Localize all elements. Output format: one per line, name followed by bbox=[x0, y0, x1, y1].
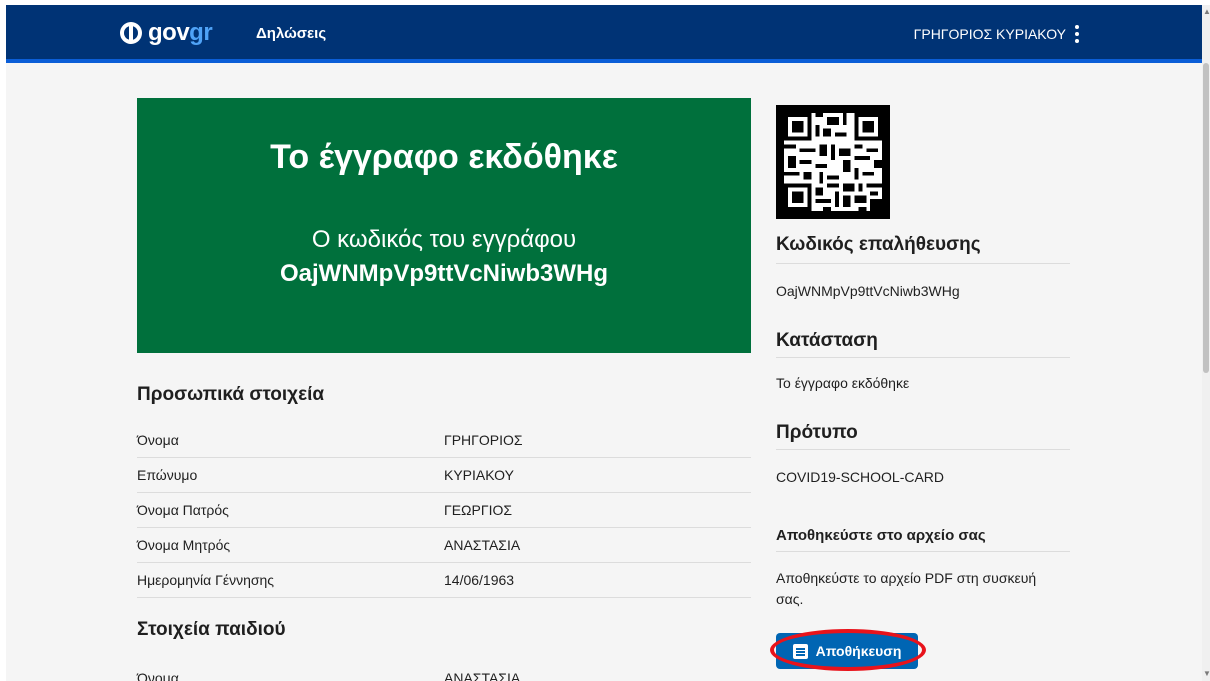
status-value: Το έγγραφο εκδόθηκε bbox=[776, 375, 910, 391]
scroll-thumb[interactable] bbox=[1203, 63, 1209, 373]
template-value: COVID19-SCHOOL-CARD bbox=[776, 469, 945, 485]
nav-declarations-link[interactable]: Δηλώσεις bbox=[256, 25, 326, 42]
user-name[interactable]: ΓΡΗΓΟΡΙΟΣ ΚΥΡΙΑΚΟΥ bbox=[914, 26, 1066, 42]
personal-details-title: Προσωπικά στοιχεία bbox=[137, 384, 325, 405]
row-value: ΑΝΑΣΤΑΣΙΑ bbox=[444, 537, 521, 553]
row-label: Επώνυμο bbox=[137, 467, 198, 483]
table-row: Ημερομηνία Γέννησης 14/06/1963 bbox=[137, 563, 751, 598]
template-title: Πρότυπο bbox=[776, 422, 858, 443]
save-section-text: Αποθηκεύστε το αρχείο PDF στη συσκευή σα… bbox=[776, 570, 1037, 607]
row-label: Όνομα Μητρός bbox=[137, 537, 231, 553]
qr-code-icon bbox=[776, 105, 890, 219]
scroll-up-arrow-icon[interactable]: ▲ bbox=[1203, 8, 1210, 16]
scrollbar[interactable]: ▲ ▼ bbox=[1202, 5, 1210, 681]
scroll-down-arrow-icon[interactable]: ▼ bbox=[1203, 670, 1210, 678]
table-row: Όνομα Μητρός ΑΝΑΣΤΑΣΙΑ bbox=[137, 528, 751, 563]
divider bbox=[776, 263, 1070, 264]
save-section-title: Αποθηκεύστε στο αρχείο σας bbox=[776, 527, 986, 544]
more-vert-icon[interactable] bbox=[1074, 25, 1080, 43]
row-label: Όνομα bbox=[137, 432, 179, 448]
banner-title: Το έγγραφο εκδόθηκε bbox=[270, 138, 618, 176]
govgr-logo[interactable]: gov gr bbox=[120, 19, 213, 47]
row-value: ΓΡΗΓΟΡΙΟΣ bbox=[444, 432, 523, 448]
page: gov gr Δηλώσεις ΓΡΗΓΟΡΙΟΣ ΚΥΡΙΑΚΟΥ Το έγγ… bbox=[6, 5, 1202, 681]
verification-code-value: OajWNMpVp9ttVcNiwb3WHg bbox=[776, 283, 960, 299]
banner-document-code: OajWNMpVp9ttVcNiwb3WHg bbox=[280, 260, 608, 287]
logo-gov: gov bbox=[148, 19, 190, 46]
row-label: Όνομα bbox=[137, 670, 179, 681]
child-details-title: Στοιχεία παιδιού bbox=[137, 619, 286, 640]
banner-subtitle: Ο κωδικός του εγγράφου bbox=[311, 226, 577, 253]
status-title: Κατάσταση bbox=[776, 330, 878, 351]
emblem-icon bbox=[120, 22, 142, 44]
verification-code-title: Κωδικός επαλήθευσης bbox=[776, 234, 981, 255]
table-row: Όνομα Πατρός ΓΕΩΡΓΙΟΣ bbox=[137, 493, 751, 528]
table-row: Όνομα ΓΡΗΓΟΡΙΟΣ bbox=[137, 423, 751, 458]
row-value: ΓΕΩΡΓΙΟΣ bbox=[444, 502, 512, 518]
row-value: ΑΝΑΣΤΑΣΙΑ bbox=[444, 670, 521, 681]
row-label: Ημερομηνία Γέννησης bbox=[137, 572, 275, 588]
table-row: Όνομα ΑΝΑΣΤΑΣΙΑ bbox=[137, 661, 751, 681]
divider bbox=[776, 357, 1070, 358]
highlight-ring bbox=[770, 629, 926, 671]
row-value: ΚΥΡΙΑΚΟΥ bbox=[444, 467, 514, 483]
logo-text: gov gr bbox=[148, 19, 213, 47]
divider bbox=[776, 551, 1070, 552]
divider bbox=[776, 449, 1070, 450]
table-row: Επώνυμο ΚΥΡΙΑΚΟΥ bbox=[137, 458, 751, 493]
row-label: Όνομα Πατρός bbox=[137, 502, 229, 518]
row-value: 14/06/1963 bbox=[444, 572, 515, 588]
top-header: gov gr Δηλώσεις ΓΡΗΓΟΡΙΟΣ ΚΥΡΙΑΚΟΥ bbox=[6, 5, 1202, 63]
issued-banner: Το έγγραφο εκδόθηκε Ο κωδικός του εγγράφ… bbox=[137, 98, 751, 353]
logo-gr: gr bbox=[189, 19, 213, 46]
